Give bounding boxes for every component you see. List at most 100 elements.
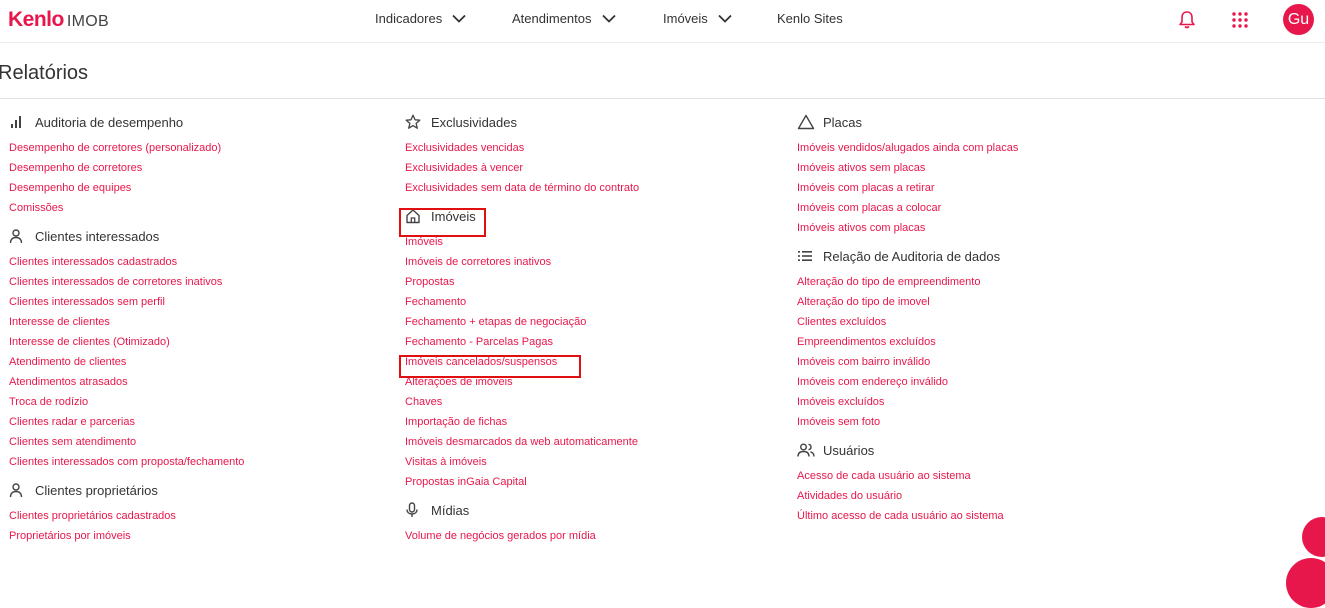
report-link[interactable]: Fechamento + etapas de negociação [405, 312, 639, 332]
person-icon [9, 227, 27, 245]
person-icon [9, 481, 27, 499]
apps-grid-icon[interactable] [1232, 12, 1248, 33]
star-icon [405, 113, 423, 131]
report-link[interactable]: Atendimentos atrasados [9, 372, 244, 392]
section-header: Clientes interessados [9, 226, 244, 246]
section-header: Mídias [405, 500, 639, 520]
reports-column-2: Exclusividades Exclusividades vencidas E… [405, 112, 639, 546]
section-auditoria-dados: Relação de Auditoria de dados Alteração … [797, 246, 1018, 432]
top-navbar: Kenlo IMOB Indicadores Atendimentos Imóv… [0, 0, 1325, 43]
logo-product: IMOB [66, 13, 109, 30]
report-link[interactable]: Imóveis com placas a retirar [797, 178, 1018, 198]
section-usuarios: Usuários Acesso de cada usuário ao siste… [797, 440, 1018, 526]
report-link[interactable]: Clientes sem atendimento [9, 432, 244, 452]
section-title: Auditoria de desempenho [35, 114, 184, 130]
section-placas: Placas Imóveis vendidos/alugados ainda c… [797, 112, 1018, 238]
section-header: Relação de Auditoria de dados [797, 246, 1018, 266]
report-link[interactable]: Proprietários por imóveis [9, 526, 244, 546]
report-link[interactable]: Último acesso de cada usuário ao sistema [797, 506, 1018, 526]
report-link[interactable]: Clientes radar e parcerias [9, 412, 244, 432]
report-link[interactable]: Interesse de clientes (Otimizado) [9, 332, 244, 352]
report-link[interactable]: Imóveis desmarcados da web automaticamen… [405, 432, 639, 452]
report-link[interactable]: Imóveis ativos com placas [797, 218, 1018, 238]
report-link[interactable]: Chaves [405, 392, 639, 412]
section-header: Imóveis [405, 206, 639, 226]
report-link[interactable]: Propostas inGaia Capital [405, 472, 639, 492]
floating-help-button[interactable] [1286, 558, 1325, 608]
section-header: Auditoria de desempenho [9, 112, 244, 132]
report-link[interactable]: Atendimento de clientes [9, 352, 244, 372]
report-link[interactable]: Exclusividades à vencer [405, 158, 639, 178]
report-link[interactable]: Clientes proprietários cadastrados [9, 506, 244, 526]
section-title: Placas [823, 114, 863, 130]
report-link[interactable]: Empreendimentos excluídos [797, 332, 1018, 352]
report-link[interactable]: Imóveis [405, 232, 639, 252]
report-link[interactable]: Desempenho de corretores (personalizado) [9, 138, 244, 158]
report-link[interactable]: Importação de fichas [405, 412, 639, 432]
report-link[interactable]: Imóveis com endereço inválido [797, 372, 1018, 392]
report-link[interactable]: Comissões [9, 198, 244, 218]
section-auditoria-desempenho: Auditoria de desempenho Desempenho de co… [9, 112, 244, 218]
report-link[interactable]: Alteração do tipo de empreendimento [797, 272, 1018, 292]
report-link[interactable]: Alterações de imóveis [405, 372, 639, 392]
report-link[interactable]: Desempenho de corretores [9, 158, 244, 178]
section-imoveis: Imóveis Imóveis Imóveis de corretores in… [405, 206, 639, 492]
triangle-icon [797, 113, 815, 131]
report-link[interactable]: Clientes interessados de corretores inat… [9, 272, 244, 292]
logo-brand: Kenlo [8, 8, 64, 31]
report-link[interactable]: Atividades do usuário [797, 486, 1018, 506]
users-icon [797, 441, 815, 459]
report-link[interactable]: Fechamento - Parcelas Pagas [405, 332, 639, 352]
nav-indicadores[interactable]: Indicadores [375, 11, 466, 26]
section-title: Usuários [823, 442, 875, 458]
kenlo-logo[interactable]: Kenlo IMOB [8, 8, 109, 32]
reports-column-1: Auditoria de desempenho Desempenho de co… [9, 112, 244, 546]
report-link[interactable]: Clientes interessados com proposta/fecha… [9, 452, 244, 472]
nav-label: Imóveis [663, 11, 708, 26]
report-link[interactable]: Imóveis vendidos/alugados ainda com plac… [797, 138, 1018, 158]
report-link[interactable]: Troca de rodízio [9, 392, 244, 412]
section-midias: Mídias Volume de negócios gerados por mí… [405, 500, 639, 546]
nav-imoveis[interactable]: Imóveis [663, 11, 732, 26]
report-link[interactable]: Imóveis sem foto [797, 412, 1018, 432]
nav-atendimentos[interactable]: Atendimentos [512, 11, 616, 26]
bell-icon[interactable] [1178, 10, 1196, 35]
report-link[interactable]: Interesse de clientes [9, 312, 244, 332]
section-header: Exclusividades [405, 112, 639, 132]
report-link[interactable]: Clientes interessados sem perfil [9, 292, 244, 312]
section-title: Clientes interessados [35, 228, 160, 244]
section-header: Usuários [797, 440, 1018, 460]
report-link[interactable]: Exclusividades sem data de término do co… [405, 178, 639, 198]
report-link[interactable]: Volume de negócios gerados por mídia [405, 526, 639, 546]
home-icon [405, 207, 423, 225]
nav-label: Kenlo Sites [777, 11, 843, 26]
report-link[interactable]: Imóveis excluídos [797, 392, 1018, 412]
report-link[interactable]: Imóveis ativos sem placas [797, 158, 1018, 178]
report-link[interactable]: Exclusividades vencidas [405, 138, 639, 158]
report-link[interactable]: Clientes interessados cadastrados [9, 252, 244, 272]
section-title: Mídias [431, 502, 470, 518]
reports-column-3: Placas Imóveis vendidos/alugados ainda c… [797, 112, 1018, 526]
report-link[interactable]: Propostas [405, 272, 639, 292]
section-title: Imóveis [431, 208, 476, 224]
report-link[interactable]: Clientes excluídos [797, 312, 1018, 332]
nav-kenlo-sites[interactable]: Kenlo Sites [777, 11, 843, 26]
title-divider [0, 98, 1325, 99]
report-link[interactable]: Imóveis de corretores inativos [405, 252, 639, 272]
report-link[interactable]: Desempenho de equipes [9, 178, 244, 198]
floating-chat-button[interactable] [1302, 517, 1325, 557]
report-link[interactable]: Fechamento [405, 292, 639, 312]
report-link[interactable]: Acesso de cada usuário ao sistema [797, 466, 1018, 486]
section-title: Exclusividades [431, 114, 517, 130]
report-link[interactable]: Imóveis com bairro inválido [797, 352, 1018, 372]
report-link[interactable]: Visitas à imóveis [405, 452, 639, 472]
report-link[interactable]: Imóveis com placas a colocar [797, 198, 1018, 218]
section-header: Placas [797, 112, 1018, 132]
section-exclusividades: Exclusividades Exclusividades vencidas E… [405, 112, 639, 198]
report-link[interactable]: Imóveis cancelados/suspensos [405, 352, 639, 372]
report-link[interactable]: Alteração do tipo de imovel [797, 292, 1018, 312]
user-avatar[interactable]: Gu [1283, 4, 1314, 35]
microphone-icon [405, 501, 423, 519]
section-title: Relação de Auditoria de dados [823, 248, 1001, 264]
chevron-down-icon [718, 14, 732, 23]
